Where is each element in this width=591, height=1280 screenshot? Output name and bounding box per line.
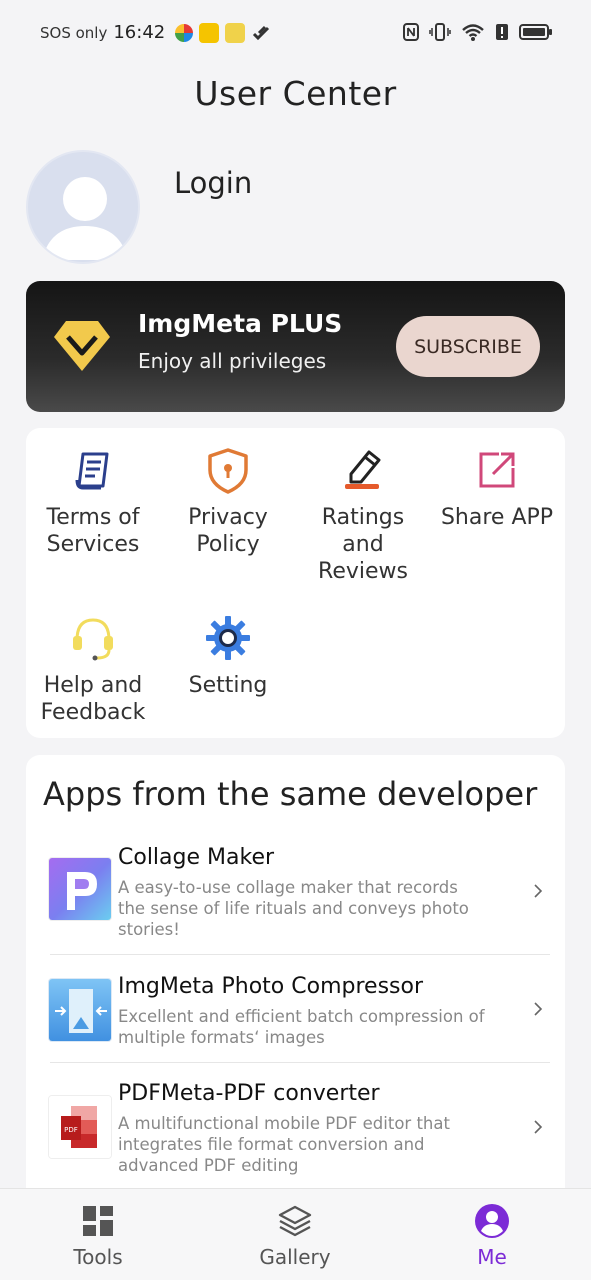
sos-indicator: SOS only xyxy=(40,23,108,42)
shield-lock-icon xyxy=(208,448,248,494)
status-bar-right xyxy=(403,22,553,42)
menu-label-help-line2: Feedback xyxy=(40,700,146,725)
app-description-line: A easy-to-use collage maker that records xyxy=(118,878,458,897)
menu-label-ratings-line1: Ratings xyxy=(321,505,405,530)
tab-label-tools: Tools xyxy=(73,1245,123,1269)
tab-gallery[interactable]: Gallery xyxy=(235,1203,355,1269)
chevron-right-icon xyxy=(534,884,543,898)
menu-label-setting: Setting xyxy=(188,673,268,698)
clock: 16:42 xyxy=(113,22,166,43)
user-circle-icon xyxy=(475,1204,509,1238)
menu-label-terms-line2: Services xyxy=(46,532,140,557)
share-external-icon xyxy=(479,452,515,488)
apps-section-title: Apps from the same developer xyxy=(43,775,538,813)
menu-label-share-app: Share APP xyxy=(440,505,554,530)
app-description-line: the sense of life rituals and conveys ph… xyxy=(118,899,469,918)
pdf-converter-app-icon: PDF xyxy=(48,1095,112,1159)
status-bar: SOS only 16:42 xyxy=(0,0,591,64)
vibrate-icon xyxy=(429,23,451,41)
signal-alert-icon xyxy=(496,24,508,40)
tab-me[interactable]: Me xyxy=(432,1203,552,1269)
bottom-nav: Tools Gallery Me xyxy=(0,1188,591,1280)
app-description-line: stories! xyxy=(118,920,180,939)
app-name: PDFMeta-PDF converter xyxy=(118,1081,380,1106)
menu-label-terms-line1: Terms of xyxy=(46,505,140,530)
app-item-collage-maker[interactable]: Collage Maker A easy-to-use collage make… xyxy=(48,845,548,945)
app-description-line: integrates file format conversion and xyxy=(118,1135,425,1154)
avatar[interactable] xyxy=(26,150,140,264)
divider xyxy=(50,954,550,955)
document-list-icon xyxy=(75,452,109,490)
chevron-right-icon xyxy=(534,1002,543,1016)
app-description-line: Excellent and efficient batch compressio… xyxy=(118,1007,485,1026)
menu-label-ratings-line2: and xyxy=(342,532,384,557)
app-description-line: multiple formats‘ images xyxy=(118,1028,325,1047)
wifi-icon xyxy=(462,24,484,41)
app-item-photo-compressor[interactable]: ImgMeta Photo Compressor Excellent and e… xyxy=(48,974,548,1062)
svg-text:PDF: PDF xyxy=(64,1126,78,1134)
notification-app-icon xyxy=(175,23,194,42)
login-link[interactable]: Login xyxy=(174,166,252,200)
photo-compressor-app-icon xyxy=(48,978,112,1042)
layers-icon xyxy=(278,1205,312,1237)
grid-icon xyxy=(83,1206,113,1236)
chevron-right-icon xyxy=(534,1120,543,1134)
menu-item-terms-of-services[interactable]: Terms of Services xyxy=(26,446,160,558)
menu-item-share-app[interactable]: Share APP xyxy=(430,446,564,531)
tab-label-gallery: Gallery xyxy=(259,1245,331,1269)
pencil-icon xyxy=(345,450,381,489)
app-description: A multifunctional mobile PDF editor that… xyxy=(118,1113,508,1176)
page-title: User Center xyxy=(194,74,397,113)
menu-label-privacy-line2: Policy xyxy=(196,532,260,557)
plus-subtitle: Enjoy all privileges xyxy=(138,349,327,373)
apps-from-developer-card: Apps from the same developer Collage Mak… xyxy=(26,755,565,1205)
plus-banner[interactable]: ImgMeta PLUS Enjoy all privileges SUBSCR… xyxy=(26,281,565,412)
subscribe-button[interactable]: SUBSCRIBE xyxy=(396,316,540,377)
user-center-screen: SOS only 16:42 User Center Login ImgMeta… xyxy=(0,0,591,1280)
menu-label-privacy-line1: Privacy xyxy=(188,505,268,530)
check-double-icon xyxy=(253,25,270,40)
app-description: Excellent and efficient batch compressio… xyxy=(118,1006,508,1048)
user-placeholder-icon xyxy=(42,177,128,260)
gear-icon xyxy=(206,616,250,660)
headset-icon xyxy=(73,618,113,661)
battery-icon xyxy=(519,24,552,40)
diamond-logo-icon xyxy=(54,321,110,371)
menu-card: Terms of Services Privacy Policy Ratings… xyxy=(26,428,565,738)
notification-app-icon xyxy=(225,22,246,43)
app-name: ImgMeta Photo Compressor xyxy=(118,974,423,999)
menu-item-privacy-policy[interactable]: Privacy Policy xyxy=(161,446,295,558)
tab-label-me: Me xyxy=(477,1245,507,1269)
app-name: Collage Maker xyxy=(118,845,275,870)
app-description: A easy-to-use collage maker that records… xyxy=(118,877,508,940)
menu-item-help-and-feedback[interactable]: Help and Feedback xyxy=(26,614,160,726)
nfc-icon xyxy=(403,23,419,41)
collage-maker-app-icon xyxy=(48,857,112,921)
menu-item-ratings-and-reviews[interactable]: Ratings and Reviews xyxy=(296,446,430,585)
divider xyxy=(50,1062,550,1063)
status-bar-left: SOS only 16:42 xyxy=(40,22,271,43)
tab-tools[interactable]: Tools xyxy=(38,1203,158,1269)
app-item-pdf-converter[interactable]: PDF PDFMeta-PDF converter A multifunctio… xyxy=(48,1081,548,1191)
menu-label-help-line1: Help and xyxy=(43,673,143,698)
menu-item-setting[interactable]: Setting xyxy=(161,614,295,699)
plus-title: ImgMeta PLUS xyxy=(138,309,343,338)
app-description-line: A multifunctional mobile PDF editor that xyxy=(118,1114,450,1133)
app-description-line: advanced PDF editing xyxy=(118,1156,299,1175)
menu-label-ratings-line3: Reviews xyxy=(318,559,408,584)
notification-app-icon xyxy=(199,22,220,43)
